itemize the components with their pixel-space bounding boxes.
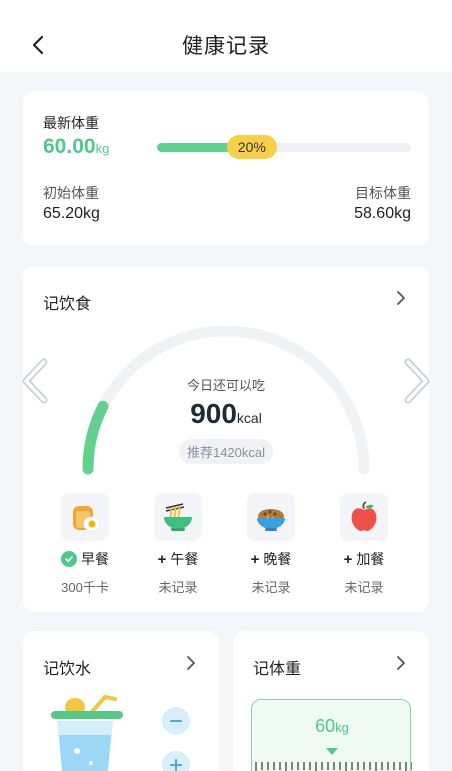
- remaining-calories-unit: kcal: [236, 410, 262, 426]
- scale-ticks: [255, 748, 412, 771]
- weight-progress-bar: 20%: [157, 135, 411, 159]
- meal-lunch-status: 未记录: [158, 580, 198, 595]
- scale-value-unit: kg: [335, 720, 349, 735]
- meal-dinner[interactable]: + 晚餐 未记录: [236, 493, 306, 596]
- weight-card-title: 记体重: [253, 661, 302, 678]
- toast-egg-icon: [61, 493, 109, 541]
- check-icon: [61, 551, 77, 567]
- remaining-calories-number: 900: [190, 398, 237, 429]
- water-decrease-button[interactable]: [162, 707, 190, 735]
- chevron-right-icon: [187, 656, 195, 670]
- latest-weight-card[interactable]: 最新体重 60.00kg 20% 初始体重 65.20kg 目标体重 58.60…: [23, 91, 429, 246]
- meal-breakfast-status: 300千卡: [61, 580, 109, 595]
- remaining-calories-value: 900kcal: [23, 398, 429, 430]
- top-bar: 健康记录: [0, 0, 452, 72]
- start-weight-label: 初始体重: [43, 185, 99, 201]
- meal-breakfast-name: 早餐: [50, 549, 120, 569]
- target-weight-label: 目标体重: [355, 185, 411, 201]
- water-more-button[interactable]: [183, 655, 199, 671]
- page-title: 健康记录: [182, 35, 270, 58]
- meal-breakfast-label: 早餐: [81, 551, 109, 567]
- plus-icon: +: [157, 550, 167, 568]
- current-weight-number: 60.00: [43, 135, 96, 158]
- chevron-right-icon: [397, 656, 405, 670]
- chevron-left-icon: [22, 358, 48, 404]
- plus-icon: [170, 759, 182, 771]
- noodle-bowl-icon: [154, 493, 202, 541]
- weight-more-button[interactable]: [393, 655, 409, 671]
- carousel-next-button[interactable]: [402, 358, 432, 404]
- plus-icon: +: [250, 550, 260, 568]
- meal-dinner-label: 晚餐: [263, 551, 292, 567]
- minus-icon: [170, 720, 182, 722]
- weight-record-card: 记体重 60kg: [233, 631, 429, 771]
- meal-lunch-name: + 午餐: [143, 549, 213, 569]
- chevron-left-icon: [32, 35, 44, 55]
- water-card-title: 记饮水: [43, 661, 92, 678]
- meal-lunch[interactable]: + 午餐 未记录: [143, 493, 213, 596]
- remaining-calories-caption: 今日还可以吃: [186, 378, 265, 393]
- current-weight-unit: kg: [95, 141, 110, 156]
- carousel-prev-button[interactable]: [20, 358, 50, 404]
- scale-value: 60kg: [252, 716, 412, 737]
- chevron-right-icon: [397, 291, 405, 305]
- scale-value-number: 60: [315, 716, 336, 736]
- meal-breakfast[interactable]: 早餐 300千卡: [50, 493, 120, 596]
- weight-progress-badge: 20%: [226, 135, 277, 159]
- target-weight-value: 58.60kg: [354, 205, 411, 222]
- meal-snack[interactable]: + 加餐 未记录: [329, 493, 399, 596]
- water-increase-button[interactable]: [162, 751, 190, 771]
- diet-more-button[interactable]: [393, 290, 409, 306]
- rice-bowl-icon: [247, 493, 295, 541]
- recommended-calories-badge: 推荐1420kcal: [178, 439, 274, 464]
- scale-pointer-icon: [326, 748, 338, 755]
- water-cup-icon: [51, 694, 123, 771]
- meal-snack-status: 未记录: [344, 580, 384, 595]
- water-record-card: 记饮水: [23, 631, 219, 771]
- plus-icon: +: [343, 550, 353, 568]
- meal-lunch-label: 午餐: [170, 551, 199, 567]
- meal-dinner-status: 未记录: [251, 580, 291, 595]
- meal-snack-label: 加餐: [356, 551, 385, 567]
- meal-dinner-name: + 晚餐: [236, 549, 306, 569]
- recommended-calories-wrap: 推荐1420kcal: [23, 439, 429, 464]
- diet-card-title: 记饮食: [43, 296, 92, 313]
- diet-record-card: 记饮食 今日还可以吃 900kcal 推荐1420kcal 早餐 300千卡 +…: [23, 266, 429, 612]
- chevron-right-icon: [404, 358, 430, 404]
- latest-weight-label: 最新体重: [43, 115, 99, 131]
- weight-scale-ruler[interactable]: 60kg: [251, 699, 412, 771]
- apple-icon: [340, 493, 388, 541]
- back-button[interactable]: [28, 30, 48, 60]
- current-weight-value: 60.00kg: [43, 135, 109, 159]
- meal-snack-name: + 加餐: [329, 549, 399, 569]
- start-weight-value: 65.20kg: [43, 205, 100, 222]
